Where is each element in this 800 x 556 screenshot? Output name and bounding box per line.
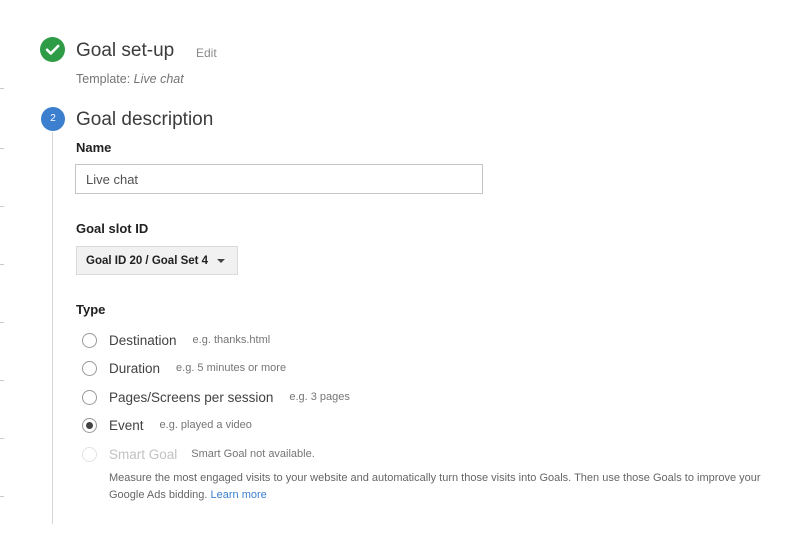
learn-more-link[interactable]: Learn more (211, 489, 267, 501)
template-name: Live chat (133, 72, 184, 86)
step-connector-line (52, 132, 53, 524)
type-option-hint: e.g. thanks.html (192, 334, 271, 346)
step-number-badge: 2 (41, 107, 65, 131)
step-complete-check-icon (40, 37, 65, 62)
goal-slot-dropdown[interactable]: Goal ID 20 / Goal Set 4 (76, 246, 238, 275)
goal-description-title: Goal description (76, 109, 214, 130)
type-option-smart-goal: Smart Goal Smart Goal not available. (82, 444, 315, 464)
template-prefix: Template: (76, 72, 134, 86)
goal-slot-value: Goal ID 20 / Goal Set 4 (86, 254, 209, 267)
type-option-hint: e.g. played a video (159, 419, 252, 431)
edit-setup-link[interactable]: Edit (196, 46, 217, 60)
radio-button[interactable] (82, 360, 97, 376)
radio-button[interactable] (82, 389, 97, 405)
type-option-hint: e.g. 5 minutes or more (176, 362, 287, 374)
radio-button[interactable] (82, 332, 97, 348)
type-option-pages-per-session[interactable]: Pages/Screens per session e.g. 3 pages (82, 387, 350, 407)
type-option-label: Event (109, 417, 144, 433)
type-option-hint: Smart Goal not available. (191, 448, 315, 460)
type-option-event[interactable]: Event e.g. played a video (82, 415, 252, 435)
goal-slot-label: Goal slot ID (76, 221, 149, 236)
left-edge-ticks (0, 0, 6, 556)
goal-setup-title: Goal set-up (76, 40, 175, 61)
template-info: Template: Live chat (76, 72, 184, 86)
radio-button-selected[interactable] (82, 417, 97, 433)
type-option-label: Destination (109, 332, 177, 348)
smart-goal-description: Measure the most engaged visits to your … (109, 470, 781, 503)
radio-button-disabled (82, 446, 97, 462)
type-option-destination[interactable]: Destination e.g. thanks.html (82, 330, 270, 350)
type-option-label: Pages/Screens per session (109, 389, 274, 405)
chevron-down-icon (217, 258, 226, 263)
type-option-label: Duration (109, 360, 161, 376)
type-option-duration[interactable]: Duration e.g. 5 minutes or more (82, 358, 286, 378)
goal-name-input[interactable] (75, 164, 483, 194)
type-label: Type (76, 302, 106, 317)
smart-goal-description-text: Measure the most engaged visits to your … (109, 472, 761, 501)
name-label: Name (76, 140, 112, 155)
type-option-label: Smart Goal (109, 446, 178, 462)
type-option-hint: e.g. 3 pages (289, 391, 350, 403)
